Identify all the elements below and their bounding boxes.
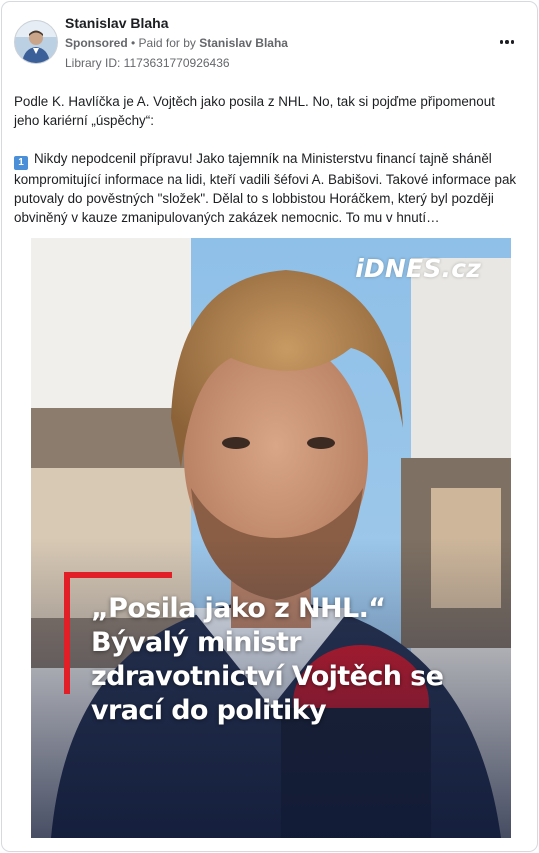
- sponsored-label[interactable]: Sponsored: [65, 36, 128, 50]
- author-name[interactable]: Stanislav Blaha: [65, 15, 169, 31]
- photo-background: [31, 238, 511, 838]
- keycap-one-icon: 1: [14, 156, 28, 170]
- paid-for-prefix: Paid for by: [138, 36, 200, 50]
- avatar[interactable]: [14, 20, 58, 64]
- post-paragraph-1: Podle K. Havlíčka je A. Vojtěch jako pos…: [14, 94, 495, 128]
- accent-bar-horizontal: [64, 572, 172, 578]
- ad-post-card: Stanislav Blaha Sponsored • Paid for by …: [1, 1, 538, 852]
- meta-separator: •: [127, 36, 139, 50]
- paid-for-name[interactable]: Stanislav Blaha: [199, 36, 288, 50]
- ad-image[interactable]: iDNES.cz „Posila jako z NHL.“ Bývalý min…: [31, 238, 511, 838]
- idnes-logo: iDNES.cz: [355, 254, 481, 283]
- sponsored-meta: Sponsored • Paid for by Stanislav Blaha: [65, 36, 288, 50]
- profile-photo: [15, 21, 57, 63]
- accent-bar-vertical: [64, 572, 70, 694]
- post-text: Podle K. Havlíčka je A. Vojtěch jako pos…: [14, 92, 522, 227]
- more-options-icon[interactable]: [494, 32, 520, 52]
- post-paragraph-2: 1 Nikdy nepodcenil přípravu! Jako tajemní…: [14, 149, 522, 227]
- post-paragraph-2-text: Nikdy nepodcenil přípravu! Jako tajemník…: [14, 151, 517, 225]
- library-id: Library ID: 1173631770926436: [65, 56, 230, 70]
- image-headline: „Posila jako z NHL.“ Bývalý ministr zdra…: [91, 593, 444, 726]
